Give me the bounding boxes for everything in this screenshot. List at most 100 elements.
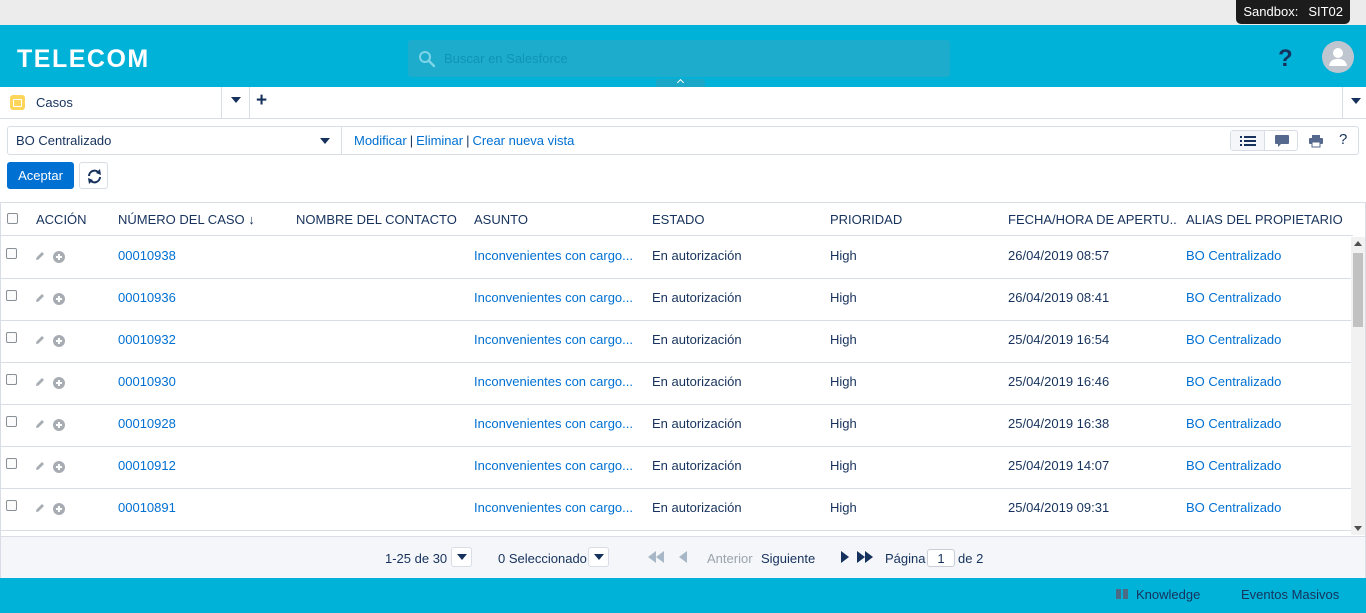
refresh-button[interactable]: [79, 162, 108, 189]
priority-text: High: [830, 458, 857, 473]
row-checkbox[interactable]: [6, 248, 17, 259]
owner-alias-link[interactable]: BO Centralizado: [1186, 500, 1281, 515]
add-icon[interactable]: [53, 377, 65, 389]
avatar[interactable]: [1322, 41, 1354, 73]
print-icon[interactable]: [1308, 134, 1324, 151]
edit-icon[interactable]: [34, 376, 46, 391]
add-icon[interactable]: [53, 419, 65, 431]
opened-datetime: 25/04/2019 14:07: [1008, 458, 1110, 473]
tab-overflow-button[interactable]: [1342, 87, 1366, 118]
list-view-selected: BO Centralizado: [16, 133, 112, 148]
edit-icon[interactable]: [34, 292, 46, 307]
row-checkbox[interactable]: [6, 374, 17, 385]
row-checkbox[interactable]: [6, 458, 17, 469]
add-icon[interactable]: [53, 251, 65, 263]
subject-link[interactable]: Inconvenientes con cargo...: [474, 290, 633, 305]
owner-alias-link[interactable]: BO Centralizado: [1186, 332, 1281, 347]
add-icon[interactable]: [53, 503, 65, 515]
previous-page-icon: [679, 551, 688, 566]
subject-link[interactable]: Inconvenientes con cargo...: [474, 332, 633, 347]
subject-link[interactable]: Inconvenientes con cargo...: [474, 458, 633, 473]
case-number-link[interactable]: 00010932: [118, 332, 176, 347]
row-checkbox[interactable]: [6, 416, 17, 427]
page-number-input[interactable]: [927, 549, 955, 567]
range-dropdown[interactable]: [451, 547, 472, 567]
scroll-up-icon[interactable]: [1354, 241, 1362, 246]
owner-alias-link[interactable]: BO Centralizado: [1186, 416, 1281, 431]
column-header-contact[interactable]: Nombre del contacto: [296, 212, 457, 227]
row-checkbox[interactable]: [6, 332, 17, 343]
status-text: En autorización: [652, 248, 742, 263]
tab-casos[interactable]: Casos: [0, 87, 222, 118]
delete-view-link[interactable]: Eliminar: [416, 133, 463, 148]
chevron-down-icon: [1351, 98, 1361, 104]
column-header-owner-alias[interactable]: Alias del propietario ...: [1186, 212, 1346, 227]
case-number-link[interactable]: 00010891: [118, 500, 176, 515]
row-checkbox[interactable]: [6, 290, 17, 301]
priority-text: High: [830, 500, 857, 515]
tab-dropdown-button[interactable]: [222, 87, 250, 118]
edit-icon[interactable]: [34, 502, 46, 517]
chevron-down-icon: [320, 138, 330, 144]
case-number-link[interactable]: 00010938: [118, 248, 176, 263]
subject-link[interactable]: Inconvenientes con cargo...: [474, 248, 633, 263]
subject-link[interactable]: Inconvenientes con cargo...: [474, 500, 633, 515]
sandbox-strip: Sandbox: SIT02: [0, 0, 1366, 25]
owner-alias-link[interactable]: BO Centralizado: [1186, 458, 1281, 473]
global-search[interactable]: [408, 40, 950, 77]
scrollbar-thumb[interactable]: [1353, 253, 1363, 327]
tab-label: Casos: [36, 95, 73, 110]
collapse-header-toggle[interactable]: [656, 78, 705, 87]
chevron-up-icon: [676, 78, 685, 87]
next-page-link[interactable]: Siguiente: [761, 551, 815, 566]
opened-datetime: 25/04/2019 16:46: [1008, 374, 1110, 389]
column-header-subject[interactable]: Asunto: [474, 212, 528, 227]
knowledge-button[interactable]: Knowledge: [1136, 587, 1200, 602]
subject-link[interactable]: Inconvenientes con cargo...: [474, 374, 633, 389]
add-icon[interactable]: [53, 461, 65, 473]
add-icon[interactable]: [53, 293, 65, 305]
eventos-masivos-button[interactable]: Eventos Masivos: [1241, 587, 1339, 602]
edit-icon[interactable]: [34, 334, 46, 349]
case-number-link[interactable]: 00010912: [118, 458, 176, 473]
column-header-opened[interactable]: Fecha/Hora de apertu...: [1008, 212, 1178, 227]
column-header-priority[interactable]: Prioridad: [830, 212, 902, 227]
owner-alias-link[interactable]: BO Centralizado: [1186, 290, 1281, 305]
status-text: En autorización: [652, 374, 742, 389]
column-header-case-number[interactable]: Número del caso ↓: [118, 212, 255, 227]
feed-view-mode-button[interactable]: [1265, 131, 1299, 150]
scroll-down-icon[interactable]: [1354, 526, 1362, 531]
list-icon: [1240, 136, 1256, 146]
edit-icon[interactable]: [34, 250, 46, 265]
select-all-checkbox[interactable]: [7, 213, 18, 224]
add-icon[interactable]: [53, 335, 65, 347]
case-number-link[interactable]: 00010936: [118, 290, 176, 305]
case-number-link[interactable]: 00010928: [118, 416, 176, 431]
add-tab-button[interactable]: +: [256, 90, 267, 112]
accept-button[interactable]: Aceptar: [7, 162, 74, 189]
sandbox-badge: Sandbox: SIT02: [1236, 0, 1350, 24]
modify-view-link[interactable]: Modificar: [354, 133, 407, 148]
edit-icon[interactable]: [34, 418, 46, 433]
owner-alias-link[interactable]: BO Centralizado: [1186, 248, 1281, 263]
owner-alias-link[interactable]: BO Centralizado: [1186, 374, 1281, 389]
table-scrollbar[interactable]: [1351, 237, 1365, 535]
search-input[interactable]: [444, 48, 934, 68]
column-header-status[interactable]: Estado: [652, 212, 705, 227]
record-range: 1-25 de 30: [385, 551, 448, 566]
row-checkbox[interactable]: [6, 500, 17, 511]
help-icon[interactable]: ?: [1278, 45, 1293, 73]
selection-dropdown[interactable]: [588, 547, 609, 567]
case-number-link[interactable]: 00010930: [118, 374, 176, 389]
list-view-mode-button[interactable]: [1231, 131, 1265, 150]
edit-icon[interactable]: [34, 460, 46, 475]
list-view-select[interactable]: BO Centralizado: [8, 127, 342, 154]
list-view-links: Modificar | Eliminar | Crear nueva vista: [354, 133, 575, 148]
priority-text: High: [830, 248, 857, 263]
next-page-icon[interactable]: [841, 551, 850, 566]
subject-link[interactable]: Inconvenientes con cargo...: [474, 416, 633, 431]
last-page-icon[interactable]: [857, 551, 873, 566]
create-view-link[interactable]: Crear nueva vista: [473, 133, 575, 148]
list-help-icon[interactable]: ?: [1339, 131, 1347, 148]
cases-table: Acción Número del caso ↓ Nombre del cont…: [0, 202, 1366, 579]
